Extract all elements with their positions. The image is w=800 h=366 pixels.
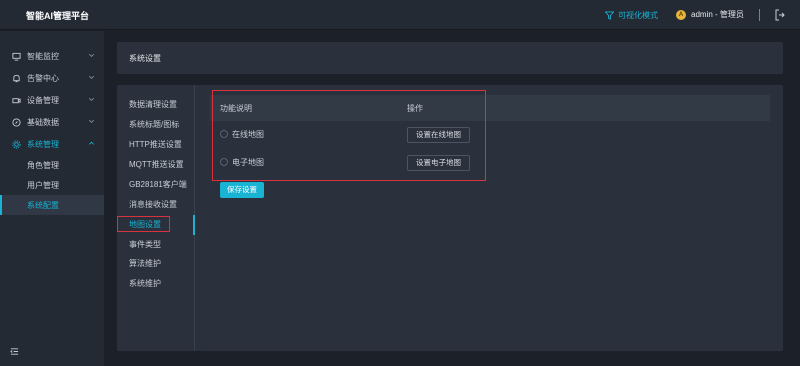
page-title: 系统设置 — [129, 54, 161, 63]
highlight-box-map-table — [212, 90, 486, 181]
sidebar-item-user-management[interactable]: 用户管理 — [0, 175, 104, 195]
settings-nav-active-indicator — [193, 215, 195, 235]
sidebar-item-role-management[interactable]: 角色管理 — [0, 155, 104, 175]
camera-icon — [12, 97, 21, 103]
sidebar-item-label: 告警中心 — [27, 73, 59, 83]
sidebar-item-label: 设备管理 — [27, 95, 59, 105]
header-divider — [759, 9, 760, 21]
sidebar: 智能监控 告警中心 设备管理 基础数据 系统管理 角色管理 用户管理 系统配置 — [0, 31, 104, 366]
settings-nav-algorithm[interactable]: 算法维护 — [129, 257, 191, 271]
chevron-down-icon — [89, 75, 94, 79]
sidebar-item-monitoring[interactable]: 智能监控 — [0, 45, 104, 67]
sidebar-item-label: 基础数据 — [27, 117, 59, 127]
visual-mode-label: 可视化模式 — [618, 11, 658, 20]
settings-nav-system-maintenance[interactable]: 系统维护 — [129, 277, 191, 291]
highlight-box-map-nav — [117, 216, 170, 232]
sidebar-item-system-config[interactable]: 系统配置 — [0, 195, 104, 215]
bell-icon — [13, 74, 20, 82]
monitor-icon — [12, 52, 21, 61]
logout-icon[interactable] — [775, 9, 785, 21]
visual-mode-button[interactable]: 可视化模式 — [605, 10, 658, 21]
sidebar-item-alarms[interactable]: 告警中心 — [0, 67, 104, 89]
chevron-down-icon — [89, 119, 94, 123]
save-settings-button[interactable]: 保存设置 — [220, 182, 264, 198]
user-menu[interactable]: A admin - 管理员 — [676, 9, 744, 20]
settings-nav-mqtt-push[interactable]: MQTT推送设置 — [129, 158, 191, 172]
top-bar: 智能AI管理平台 可视化模式 A admin - 管理员 — [0, 0, 800, 30]
settings-nav-data-cleanup[interactable]: 数据清理设置 — [129, 98, 191, 112]
chevron-up-icon — [89, 141, 94, 145]
page-header: 系统设置 — [117, 42, 783, 74]
avatar: A — [676, 9, 686, 20]
settings-nav-title-icon[interactable]: 系统标题/图标 — [129, 118, 191, 132]
filter-icon — [605, 11, 614, 20]
settings-nav-gb28181[interactable]: GB28181客户端 — [129, 178, 191, 192]
user-label: admin - 管理员 — [691, 10, 744, 19]
sidebar-item-devices[interactable]: 设备管理 — [0, 89, 104, 111]
settings-nav-http-push[interactable]: HTTP推送设置 — [129, 138, 191, 152]
sidebar-item-basic-data[interactable]: 基础数据 — [0, 111, 104, 133]
compass-icon — [12, 117, 21, 127]
gear-icon — [12, 139, 21, 149]
sidebar-item-label: 智能监控 — [27, 51, 59, 61]
settings-nav-message-receive[interactable]: 消息接收设置 — [129, 198, 191, 212]
chevron-down-icon — [89, 97, 94, 101]
sidebar-item-label: 系统管理 — [27, 139, 59, 149]
sidebar-item-system[interactable]: 系统管理 — [0, 133, 104, 155]
app-title: 智能AI管理平台 — [26, 11, 90, 21]
collapse-menu-icon[interactable] — [10, 347, 19, 356]
chevron-down-icon — [89, 53, 94, 57]
settings-nav-event-types[interactable]: 事件类型 — [129, 238, 191, 252]
